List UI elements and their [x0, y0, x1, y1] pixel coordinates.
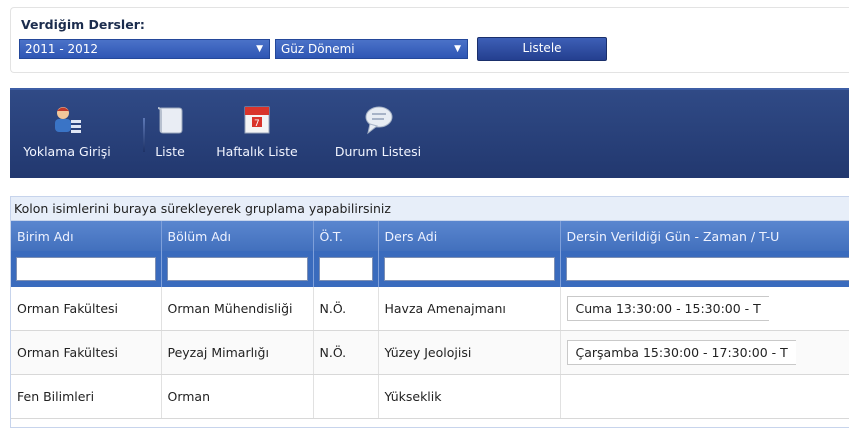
unit-cell: Orman Fakültesi: [11, 331, 161, 375]
attendance-entry-button[interactable]: Yoklama Girişi: [12, 104, 122, 159]
user-check-icon: [49, 104, 85, 136]
course-name-cell: Havza Amenajmanı: [378, 287, 560, 331]
course-name-cell: Yükseklik: [378, 375, 560, 419]
weekly-list-button[interactable]: 7 Haftalık Liste: [205, 104, 309, 159]
course-name-cell: Yüzey Jeolojisi: [378, 331, 560, 375]
column-header-department[interactable]: Bölüm Adı: [161, 221, 313, 251]
column-header-education-type[interactable]: Ö.T.: [313, 221, 378, 251]
education-type-cell: [313, 375, 378, 419]
list-view-button[interactable]: Liste: [150, 104, 190, 159]
schedule-cell: Çarşamba 15:30:00 - 17:30:00 - T: [560, 331, 849, 375]
status-list-button[interactable]: Durum Listesi: [323, 104, 433, 159]
education-type-cell: N.Ö.: [313, 331, 378, 375]
list-button[interactable]: Listele: [477, 37, 607, 61]
year-select-value: 2011 - 2012: [25, 42, 98, 56]
header-row: Birim Adı Bölüm Adı Ö.T. Ders Adi Dersin…: [11, 221, 849, 251]
svg-text:7: 7: [254, 119, 260, 129]
department-cell: Peyzaj Mimarlığı: [161, 331, 313, 375]
filter-row: [11, 251, 849, 287]
term-select-value: Güz Dönemi: [281, 42, 355, 56]
schedule-cell: [560, 375, 849, 419]
table-row[interactable]: Orman Fakültesi Orman Mühendisliği N.Ö. …: [11, 287, 849, 331]
department-filter-input[interactable]: [167, 257, 308, 281]
unit-filter-input[interactable]: [16, 257, 156, 281]
list-view-label: Liste: [150, 144, 190, 159]
chevron-down-icon: ▼: [454, 40, 461, 58]
term-select[interactable]: Güz Dönemi ▼: [275, 39, 468, 59]
calendar-icon: 7: [239, 104, 275, 136]
course-name-filter-input[interactable]: [384, 257, 555, 281]
education-type-cell: N.Ö.: [313, 287, 378, 331]
schedule-pill: Çarşamba 15:30:00 - 17:30:00 - T: [567, 340, 796, 365]
chevron-down-icon: ▼: [256, 40, 263, 58]
schedule-pill: Cuma 13:30:00 - 15:30:00 - T: [567, 296, 769, 321]
weekly-list-label: Haftalık Liste: [205, 144, 309, 159]
table-row[interactable]: Orman Fakültesi Peyzaj Mimarlığı N.Ö. Yü…: [11, 331, 849, 375]
course-filter-panel: Verdiğim Dersler: 2011 - 2012 ▼ Güz Döne…: [10, 7, 849, 73]
filter-title: Verdiğim Dersler:: [21, 17, 145, 32]
column-header-unit[interactable]: Birim Adı: [11, 221, 161, 251]
education-type-filter-input[interactable]: [319, 257, 373, 281]
action-toolbar: Yoklama Girişi Liste 7 Haftalık Liste Du…: [10, 88, 849, 178]
courses-grid: Kolon isimlerini buraya sürekleyerek gru…: [10, 196, 849, 428]
unit-cell: Orman Fakültesi: [11, 287, 161, 331]
column-header-schedule[interactable]: Dersin Verildiği Gün - Zaman / T-U: [560, 221, 849, 251]
attendance-entry-label: Yoklama Girişi: [12, 144, 122, 159]
year-select[interactable]: 2011 - 2012 ▼: [19, 39, 270, 59]
department-cell: Orman Mühendisliği: [161, 287, 313, 331]
scroll-icon: [152, 104, 188, 136]
group-drop-area[interactable]: Kolon isimlerini buraya sürekleyerek gru…: [11, 197, 849, 221]
courses-table: Birim Adı Bölüm Adı Ö.T. Ders Adi Dersin…: [11, 221, 849, 419]
toolbar-separator: [143, 118, 145, 152]
department-cell: Orman: [161, 375, 313, 419]
status-list-label: Durum Listesi: [323, 144, 433, 159]
column-header-course-name[interactable]: Ders Adi: [378, 221, 560, 251]
schedule-cell: Cuma 13:30:00 - 15:30:00 - T: [560, 287, 849, 331]
table-row[interactable]: Fen Bilimleri Orman Yükseklik: [11, 375, 849, 419]
unit-cell: Fen Bilimleri: [11, 375, 161, 419]
schedule-filter-input[interactable]: [566, 257, 849, 281]
chat-bubble-icon: [360, 104, 396, 136]
